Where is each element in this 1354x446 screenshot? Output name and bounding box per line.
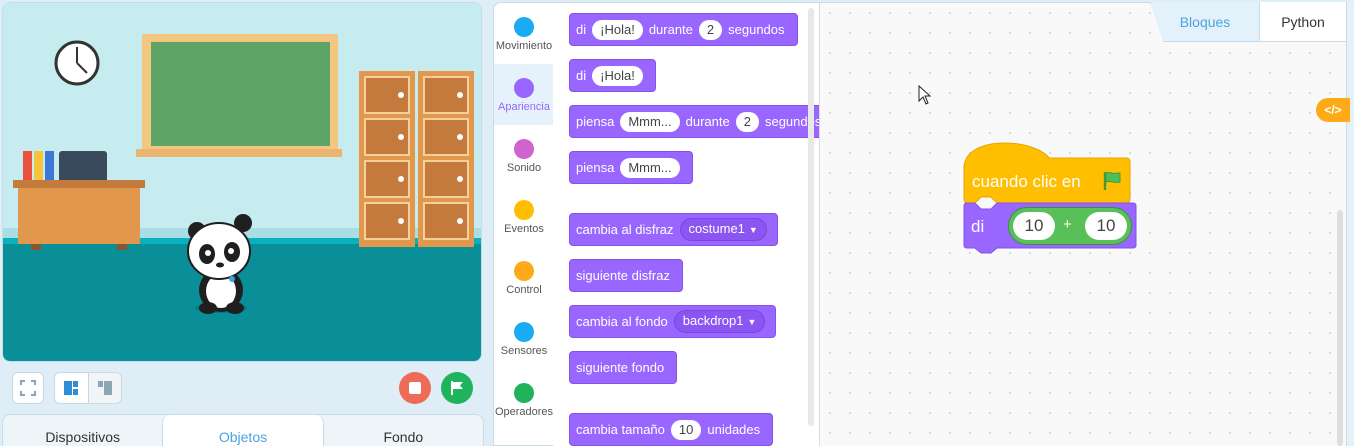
category-eventos[interactable]: Eventos [494,186,553,247]
fullscreen-button[interactable] [12,372,44,404]
plus-sign: + [1063,216,1072,233]
category-dot-icon [514,78,534,98]
category-label: Operadores [494,406,553,418]
block-text: di [576,22,587,37]
block-switch-backdrop[interactable]: cambia al fondo backdrop1 ▼ [569,305,777,338]
hat-block-label: cuando clic en [972,172,1081,191]
category-sensores[interactable]: Sensores [494,308,553,369]
block-say[interactable]: di ¡Hola! [569,59,656,92]
code-icon: </> [1324,103,1342,117]
category-dot-icon [514,139,534,159]
block-text: cambia al fondo [576,314,668,329]
layout-small-icon [97,381,112,395]
chalkboard [136,34,342,157]
number-input[interactable]: 2 [698,19,723,40]
category-movimiento[interactable]: Movimiento [494,3,553,64]
say-block-label: di [971,217,985,236]
code-view-toggle[interactable]: </> [1316,98,1350,122]
text-input[interactable]: Mmm... [620,111,680,132]
category-label: Control [506,284,542,296]
text-input[interactable]: ¡Hola! [592,19,643,40]
block-say-for-secs[interactable]: di ¡Hola! durante 2 segundos [569,13,798,46]
category-operadores[interactable]: Operadores [494,369,553,430]
block-next-costume[interactable]: siguiente disfraz [569,259,683,292]
stage-scene [3,3,481,361]
workspace-scrollbar[interactable] [1337,210,1343,446]
green-flag-button[interactable] [441,372,473,404]
block-text: di [576,68,587,83]
block-text: siguiente disfraz [576,268,670,283]
block-text: piensa [576,160,615,175]
category-label: Movimiento [495,40,553,52]
block-next-backdrop[interactable]: siguiente fondo [569,351,678,384]
mouse-cursor-icon [918,85,932,105]
tab-bloques[interactable]: Bloques [1150,2,1260,42]
block-change-size[interactable]: cambia tamaño 10 unidades [569,413,774,446]
category-dot-icon [514,322,534,342]
clock-icon [54,40,100,86]
category-label: Sonido [506,162,542,174]
stop-icon [409,382,421,394]
block-text: cambia tamaño [576,422,665,437]
category-control[interactable]: Control [494,247,553,308]
tab-python[interactable]: Python [1260,2,1346,42]
green-flag-icon [451,381,463,395]
category-apariencia[interactable]: Apariencia [494,64,553,125]
code-mode-tabs: Bloques Python [1150,2,1346,42]
text-input[interactable]: Mmm... [620,157,680,178]
tab-fondo[interactable]: Fondo [324,415,483,446]
category-dot-icon [514,200,534,220]
palette-scrollbar[interactable] [808,8,814,426]
stop-button[interactable] [399,372,431,404]
caret-down-icon: ▼ [748,225,758,235]
category-dot-icon [514,17,534,37]
right-panel-edge [1346,2,1354,446]
add-operator-block[interactable]: 10 + 10 [1008,207,1132,245]
category-label: Apariencia [498,101,550,113]
stage-controls [0,366,490,410]
category-sonido[interactable]: Sonido [494,125,553,186]
category-label: Sensores [500,345,548,357]
block-text: siguiente fondo [576,360,665,375]
stage[interactable] [2,2,482,362]
caret-down-icon: ▼ [747,317,757,327]
layout-small-button[interactable] [87,373,121,403]
layout-toggle [54,372,122,404]
tab-objetos[interactable]: Objetos [162,415,324,446]
layout-split-button[interactable] [55,373,88,403]
category-list: Movimiento Apariencia Sonido Eventos Con… [493,2,553,446]
tab-dispositivos[interactable]: Dispositivos [3,415,162,446]
block-text: cambia al disfraz [576,222,674,237]
app-window: Dispositivos Objetos Fondo Movimiento Ap… [0,0,1354,446]
number-input[interactable]: 2 [735,111,759,132]
costume-dropdown[interactable]: costume1 ▼ [679,218,767,241]
category-dot-icon [514,383,534,403]
category-dot-icon [514,261,534,281]
block-text: piensa [576,114,615,129]
text-input[interactable]: ¡Hola! [592,65,643,86]
category-label: Eventos [504,223,544,235]
number-input[interactable]: 10 [670,419,702,440]
fullscreen-icon [20,380,36,396]
green-flag-icon [1103,171,1121,190]
block-text: durante [648,22,693,37]
block-think[interactable]: piensa Mmm... [569,151,693,184]
block-text: segundos [728,22,785,37]
backdrop-dropdown[interactable]: backdrop1 ▼ [673,310,766,333]
block-think-for-secs[interactable]: piensa Mmm... durante 2 segundos [569,105,835,138]
dropdown-value: backdrop1 [682,313,744,328]
operand-left-input[interactable]: 10 [1013,212,1055,240]
dropdown-value: costume1 [688,221,745,236]
operand-right-input[interactable]: 10 [1085,212,1127,240]
bottom-tabs: Dispositivos Objetos Fondo [2,414,484,446]
block-switch-costume[interactable]: cambia al disfraz costume1 ▼ [569,213,778,246]
layout-split-icon [64,381,79,395]
block-text: unidades [707,422,761,437]
block-text: durante [685,114,730,129]
